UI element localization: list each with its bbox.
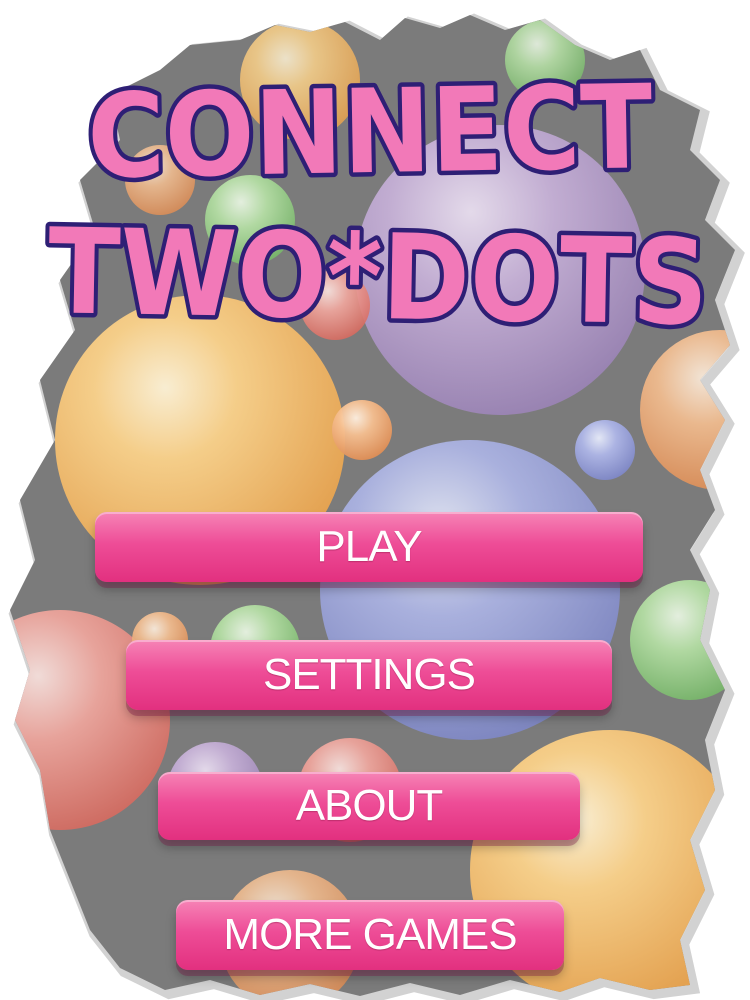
title-line-connect: CONNECT — [86, 60, 653, 205]
about-button-label: ABOUT — [295, 781, 444, 830]
settings-button[interactable]: SETTINGS — [126, 640, 612, 710]
title-line-two-dots: TWO*DOTS — [47, 202, 709, 351]
settings-button-label: SETTINGS — [262, 650, 476, 699]
play-button-label: PLAY — [316, 522, 422, 571]
more-games-button-label: MORE GAMES — [223, 910, 517, 959]
about-button[interactable]: ABOUT — [158, 772, 580, 840]
main-menu-screen: CONNECT TWO*DOTS PLAY SETTINGS ABOUT MOR… — [0, 0, 750, 1000]
play-button[interactable]: PLAY — [95, 512, 643, 582]
game-title-logo: CONNECT TWO*DOTS — [42, 56, 713, 357]
more-games-button[interactable]: MORE GAMES — [176, 900, 564, 970]
